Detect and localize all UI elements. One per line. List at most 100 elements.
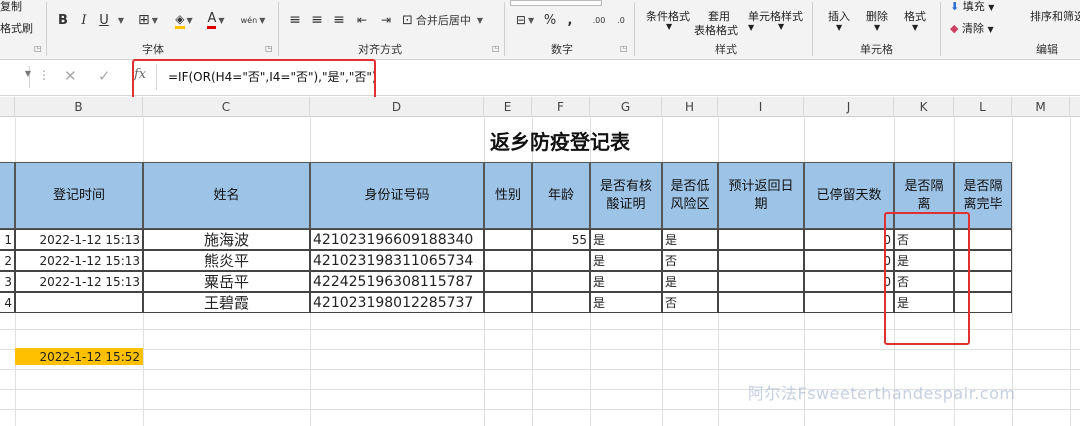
- bold-button[interactable]: B: [55, 10, 71, 30]
- nucleic-cell[interactable]: 是: [590, 271, 662, 292]
- increase-decimal-button[interactable]: .00: [590, 10, 608, 30]
- underline-dropdown-icon[interactable]: ▼: [114, 10, 126, 30]
- column-header-c[interactable]: C: [143, 97, 310, 117]
- format-caret-icon[interactable]: ▼: [912, 23, 918, 32]
- return-date-cell[interactable]: [718, 250, 804, 271]
- table-format-label[interactable]: 表格格式: [694, 22, 738, 38]
- header-cell-age[interactable]: 年龄: [532, 162, 590, 229]
- row-index-cell[interactable]: 4: [0, 292, 15, 313]
- comma-button[interactable]: ,: [562, 10, 578, 30]
- more-options-icon[interactable]: ⋮: [38, 68, 50, 82]
- id-cell[interactable]: 422425196308115787: [310, 271, 484, 292]
- header-cell-index[interactable]: [0, 162, 15, 229]
- table-format-caret-icon[interactable]: ▼: [748, 23, 754, 32]
- return-date-cell[interactable]: [718, 229, 804, 250]
- age-cell[interactable]: 55: [532, 229, 590, 250]
- isolate-done-cell[interactable]: [954, 271, 1012, 292]
- header-cell-low-risk[interactable]: 是否低风险区: [662, 162, 718, 229]
- insert-button[interactable]: 插入: [828, 8, 850, 24]
- delete-caret-icon[interactable]: ▼: [874, 23, 880, 32]
- header-cell-nucleic[interactable]: 是否有核酸证明: [590, 162, 662, 229]
- column-header-g[interactable]: G: [590, 97, 662, 117]
- header-cell-id[interactable]: 身份证号码: [310, 162, 484, 229]
- name-box[interactable]: ▼: [0, 66, 31, 88]
- fill-button[interactable]: ⬇ 填充 ▼: [950, 0, 994, 14]
- id-cell[interactable]: 421023198311065734: [310, 250, 484, 271]
- name-cell[interactable]: 王碧霞: [143, 292, 310, 313]
- header-cell-isolate[interactable]: 是否隔离: [894, 162, 954, 229]
- align-right-button[interactable]: ≡: [330, 10, 348, 30]
- header-cell-name[interactable]: 姓名: [143, 162, 310, 229]
- format-painter-button[interactable]: 格式刷: [0, 20, 33, 36]
- font-color-button[interactable]: A ▼: [202, 10, 230, 30]
- name-cell[interactable]: 熊炎平: [143, 250, 310, 271]
- clipboard-launcher-icon[interactable]: ◳: [34, 44, 42, 53]
- nucleic-cell[interactable]: 是: [590, 229, 662, 250]
- column-header-d[interactable]: D: [310, 97, 484, 117]
- row-index-cell[interactable]: 1: [0, 229, 15, 250]
- header-cell-days[interactable]: 已停留天数: [804, 162, 894, 229]
- align-left-button[interactable]: ≡: [286, 10, 304, 30]
- isolate-done-cell[interactable]: [954, 229, 1012, 250]
- name-cell[interactable]: 粟岳平: [143, 271, 310, 292]
- cell-style-button[interactable]: 单元格样式: [748, 8, 803, 24]
- phonetic-button[interactable]: wén ▼: [240, 10, 266, 30]
- column-header-i[interactable]: I: [718, 97, 804, 117]
- number-format-dropdown[interactable]: [510, 0, 602, 6]
- nucleic-cell[interactable]: 是: [590, 250, 662, 271]
- name-cell[interactable]: 施海波: [143, 229, 310, 250]
- alignment-launcher-icon[interactable]: ◳: [492, 44, 500, 53]
- column-header-k[interactable]: K: [894, 97, 954, 117]
- increase-indent-button[interactable]: ⇥: [376, 10, 396, 30]
- low-risk-cell[interactable]: 是: [662, 229, 718, 250]
- time-cell[interactable]: [15, 292, 143, 313]
- days-cell[interactable]: 0: [804, 229, 894, 250]
- gender-cell[interactable]: [484, 229, 532, 250]
- column-header-h[interactable]: H: [662, 97, 718, 117]
- days-cell[interactable]: [804, 292, 894, 313]
- age-cell[interactable]: [532, 250, 590, 271]
- enter-check-icon[interactable]: ✓: [98, 67, 111, 85]
- isolate-cell[interactable]: 否: [894, 229, 954, 250]
- isolate-cell[interactable]: 是: [894, 250, 954, 271]
- select-all-corner[interactable]: [0, 97, 15, 117]
- cell-style-caret-icon[interactable]: ▼: [778, 22, 784, 31]
- days-cell[interactable]: 0: [804, 250, 894, 271]
- name-box-dropdown-icon[interactable]: ▼: [25, 69, 31, 78]
- column-header-j[interactable]: J: [804, 97, 894, 117]
- isolate-cell[interactable]: 是: [894, 292, 954, 313]
- format-button[interactable]: 格式: [904, 8, 926, 24]
- column-header-b[interactable]: B: [15, 97, 143, 117]
- insert-function-button[interactable]: fx: [134, 67, 146, 82]
- time-cell[interactable]: 2022-1-12 15:13: [15, 271, 143, 292]
- header-cell-return-date[interactable]: 预计返回日期: [718, 162, 804, 229]
- row-index-cell[interactable]: 2: [0, 250, 15, 271]
- formula-input[interactable]: =IF(OR(H4="否",I4="否"),"是","否"): [158, 66, 1078, 88]
- id-cell[interactable]: 421023196609188340: [310, 229, 484, 250]
- age-cell[interactable]: [532, 271, 590, 292]
- sort-filter-button[interactable]: 排序和筛选: [1030, 8, 1080, 24]
- delete-button[interactable]: 删除: [866, 8, 888, 24]
- days-cell[interactable]: 0: [804, 271, 894, 292]
- column-header-f[interactable]: F: [532, 97, 590, 117]
- isolate-done-cell[interactable]: [954, 292, 1012, 313]
- underline-button[interactable]: U: [96, 10, 112, 30]
- time-cell[interactable]: 2022-1-12 15:13: [15, 229, 143, 250]
- header-cell-time[interactable]: 登记时间: [15, 162, 143, 229]
- column-header-e[interactable]: E: [484, 97, 532, 117]
- column-header-m[interactable]: M: [1012, 97, 1070, 117]
- nucleic-cell[interactable]: 是: [590, 292, 662, 313]
- low-risk-cell[interactable]: 是: [662, 271, 718, 292]
- percent-button[interactable]: %: [542, 10, 558, 30]
- insert-caret-icon[interactable]: ▼: [836, 23, 842, 32]
- column-header-l[interactable]: L: [954, 97, 1012, 117]
- decrease-decimal-button[interactable]: .0: [612, 10, 630, 30]
- decrease-indent-button[interactable]: ⇤: [352, 10, 372, 30]
- fill-color-button[interactable]: ◈ ▼: [170, 10, 198, 30]
- gender-cell[interactable]: [484, 250, 532, 271]
- gender-cell[interactable]: [484, 292, 532, 313]
- clear-button[interactable]: ◆ 清除 ▼: [950, 20, 994, 36]
- gender-cell[interactable]: [484, 271, 532, 292]
- font-launcher-icon[interactable]: ◳: [265, 44, 273, 53]
- isolate-cell[interactable]: 否: [894, 271, 954, 292]
